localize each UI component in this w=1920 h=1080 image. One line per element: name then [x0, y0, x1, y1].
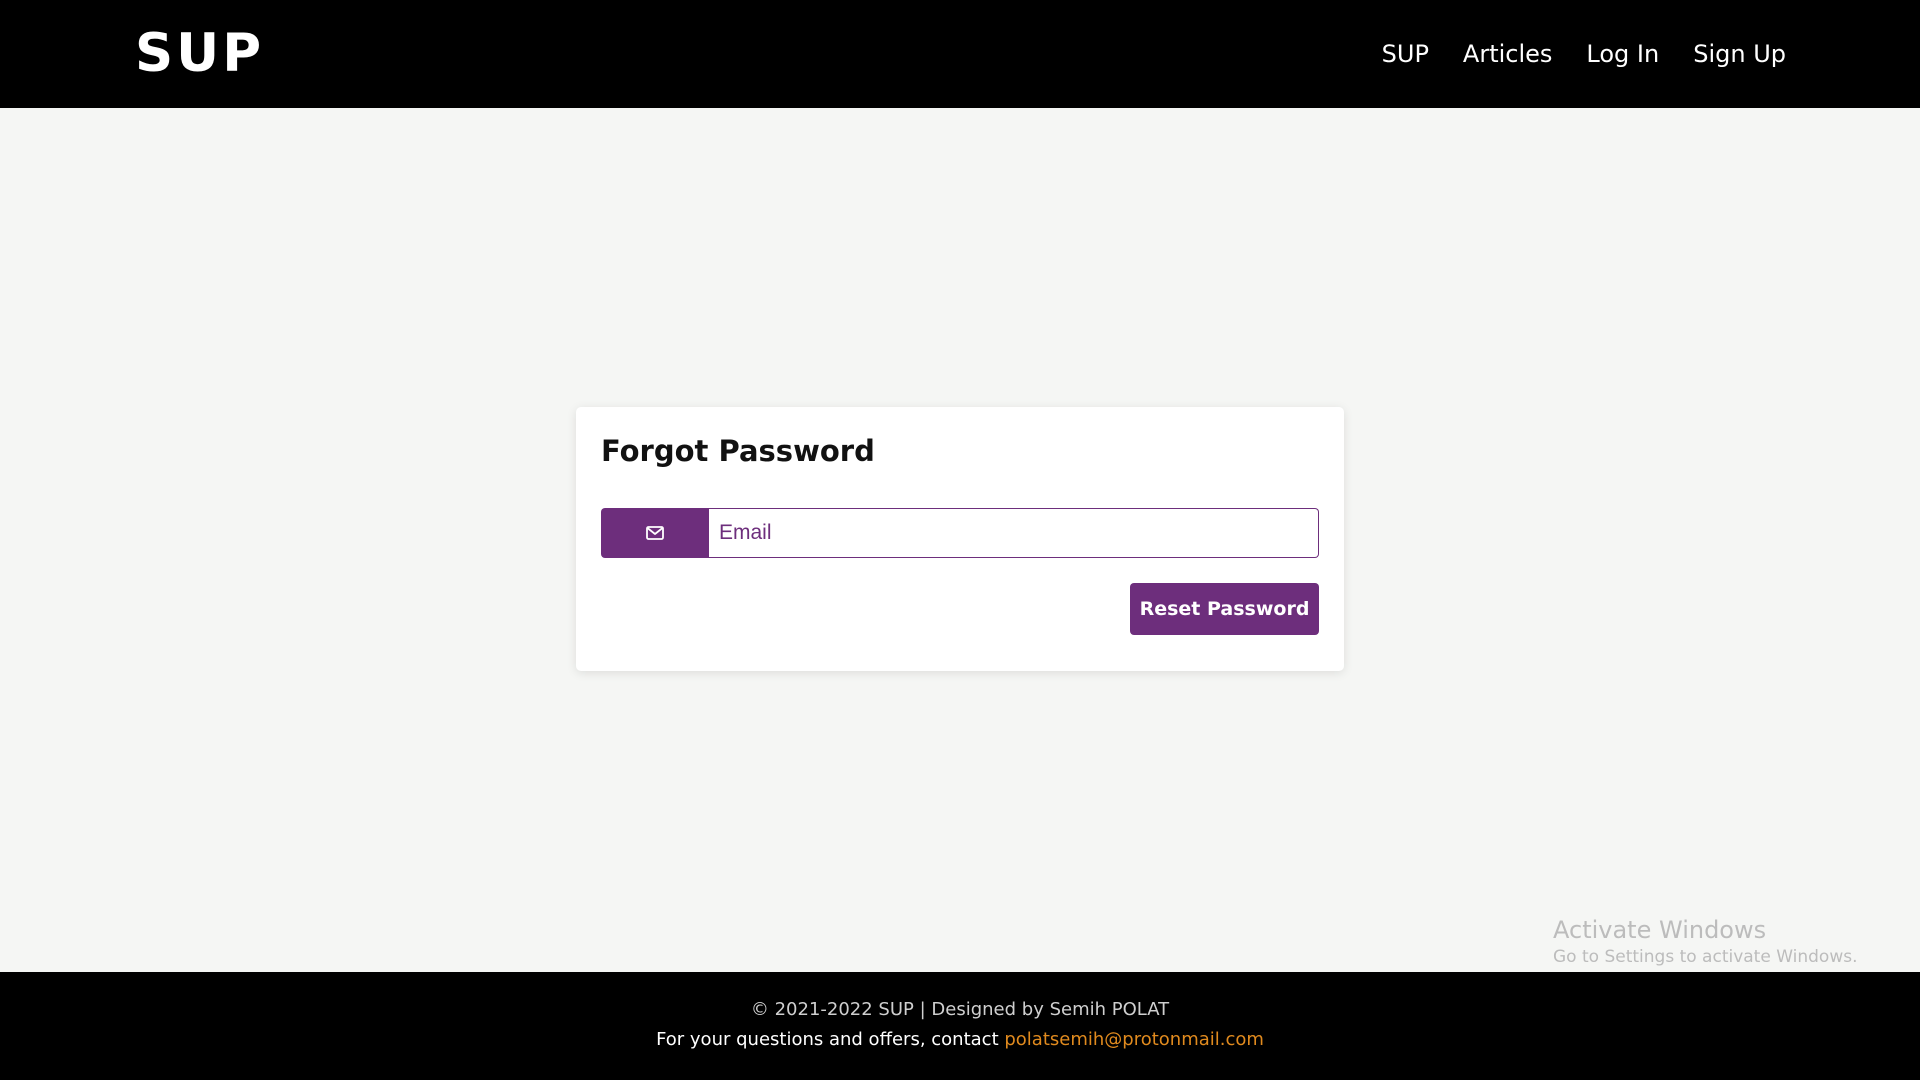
watermark-subtitle: Go to Settings to activate Windows. — [1553, 947, 1858, 967]
nav-link-articles[interactable]: Articles — [1463, 37, 1553, 71]
nav-link-login[interactable]: Log In — [1586, 37, 1659, 71]
email-input[interactable] — [709, 508, 1319, 558]
form-title: Forgot Password — [601, 434, 875, 468]
footer-copyright: © 2021-2022 SUP | Designed by Semih POLA… — [750, 999, 1170, 1020]
email-input-group — [601, 508, 1319, 558]
navbar: SUP SUP Articles Log In Sign Up — [0, 0, 1920, 108]
nav-links: SUP Articles Log In Sign Up — [1382, 37, 1786, 71]
watermark-title: Activate Windows — [1553, 916, 1767, 944]
footer-email-link[interactable]: polatsemih@protonmail.com — [1004, 1029, 1264, 1050]
footer: © 2021-2022 SUP | Designed by Semih POLA… — [0, 972, 1920, 1080]
footer-contact-text: For your questions and offers, contact — [656, 1029, 999, 1050]
reset-password-button[interactable]: Reset Password — [1130, 583, 1319, 635]
nav-link-signup[interactable]: Sign Up — [1693, 37, 1786, 71]
envelope-icon — [601, 508, 709, 558]
windows-activation-watermark: Activate Windows Go to Settings to activ… — [1553, 914, 1858, 968]
nav-link-sup[interactable]: SUP — [1382, 37, 1429, 71]
brand-logo[interactable]: SUP — [135, 23, 264, 85]
forgot-password-card: Forgot Password Reset Password — [576, 407, 1344, 671]
envelope-icon-svg — [646, 526, 664, 540]
footer-contact: For your questions and offers, contact p… — [0, 1027, 1920, 1053]
